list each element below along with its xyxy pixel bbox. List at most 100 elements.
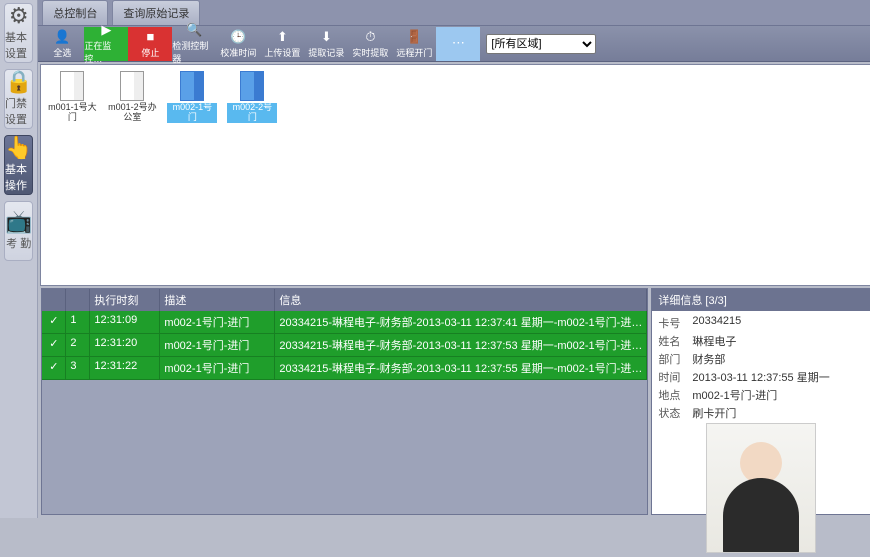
person-photo xyxy=(706,423,816,553)
sidebar-item-2[interactable]: 👆基本操作 xyxy=(4,135,33,195)
tab-bar: 总控制台查询原始记录 xyxy=(38,0,870,26)
log-cell: 3 xyxy=(66,357,90,379)
toolbar-icon: ⬆ xyxy=(274,29,290,45)
toolbar-label: 实时提取 xyxy=(352,46,388,59)
sidebar-icon: 📺 xyxy=(5,211,32,233)
sidebar-label: 基本操作 xyxy=(5,161,32,193)
log-cell: 20334215-琳程电子-财务部-2013-03-11 12:37:53 星期… xyxy=(275,334,647,356)
log-cell: 12:31:09 xyxy=(90,311,160,333)
toolbar-icon: 🕒 xyxy=(230,29,246,45)
detail-value: 刷卡开门 xyxy=(692,405,864,421)
log-cell: 12:31:22 xyxy=(90,357,160,379)
toolbar-btn-2[interactable]: ■停止 xyxy=(128,27,172,61)
door-label: m002-2号门 xyxy=(227,103,277,123)
toolbar-label: 校准时间 xyxy=(220,46,256,59)
log-header-row: 执行时刻描述信息 xyxy=(42,289,647,311)
toolbar-btn-3[interactable]: 🔍检测控制器 xyxy=(172,27,216,61)
event-log: 执行时刻描述信息 ✓112:31:09m002-1号门-进门20334215-琳… xyxy=(41,288,648,515)
detail-value: 财务部 xyxy=(692,351,864,367)
door-label: m001-2号办公室 xyxy=(107,103,157,123)
detail-row: 部门财务部 xyxy=(658,351,864,367)
log-cell: 2 xyxy=(66,334,90,356)
toolbar-icon: ⋯ xyxy=(450,35,466,51)
detail-title: 详细信息 [3/3] xyxy=(652,289,870,311)
detail-row: 姓名琳程电子 xyxy=(658,333,864,349)
log-header-col: 信息 xyxy=(275,289,647,311)
detail-body: 卡号20334215姓名琳程电子部门财务部时间2013-03-11 12:37:… xyxy=(652,311,870,557)
sidebar: ⚙基本设置 🔒门禁设置 👆基本操作 📺 考 勤 xyxy=(0,0,38,518)
toolbar-btn-4[interactable]: 🕒校准时间 xyxy=(216,27,260,61)
sidebar-icon: 👆 xyxy=(5,137,32,159)
detail-value: 20334215 xyxy=(692,315,864,331)
toolbar-btn-9[interactable]: ⋯ xyxy=(436,27,480,61)
door-item-1[interactable]: m001-2号办公室 xyxy=(107,71,157,123)
toolbar-label: 全选 xyxy=(53,46,71,59)
bottom-pane: 执行时刻描述信息 ✓112:31:09m002-1号门-进门20334215-琳… xyxy=(38,288,870,518)
sidebar-icon: 🔒 xyxy=(5,71,32,93)
toolbar-btn-1[interactable]: ▶正在监控… xyxy=(84,27,128,61)
log-header-col xyxy=(66,289,90,311)
log-cell: m002-1号门-进门 xyxy=(160,311,275,333)
log-row[interactable]: ✓212:31:20m002-1号门-进门20334215-琳程电子-财务部-2… xyxy=(42,334,647,357)
log-cell: 1 xyxy=(66,311,90,333)
log-header-col xyxy=(42,289,66,311)
toolbar-label: 检测控制器 xyxy=(172,39,216,65)
toolbar-icon: 🔍 xyxy=(186,22,202,38)
door-label: m001-1号大门 xyxy=(47,103,97,123)
toolbar-btn-7[interactable]: ⏱实时提取 xyxy=(348,27,392,61)
log-cell: m002-1号门-进门 xyxy=(160,357,275,379)
detail-key: 状态 xyxy=(658,405,692,421)
log-row[interactable]: ✓312:31:22m002-1号门-进门20334215-琳程电子-财务部-2… xyxy=(42,357,647,380)
detail-panel: 详细信息 [3/3] 卡号20334215姓名琳程电子部门财务部时间2013-0… xyxy=(651,288,870,515)
detail-row: 地点m002-1号门-进门 xyxy=(658,387,864,403)
detail-key: 时间 xyxy=(658,369,692,385)
toolbar-btn-5[interactable]: ⬆上传设置 xyxy=(260,27,304,61)
door-item-2[interactable]: m002-1号门 xyxy=(167,71,217,123)
log-cell: 12:31:20 xyxy=(90,334,160,356)
toolbar-label: 提取记录 xyxy=(308,46,344,59)
door-icon xyxy=(180,71,204,101)
detail-row: 状态刷卡开门 xyxy=(658,405,864,421)
detail-key: 卡号 xyxy=(658,315,692,331)
toolbar-btn-6[interactable]: ⬇提取记录 xyxy=(304,27,348,61)
door-icon xyxy=(120,71,144,101)
sidebar-item-1[interactable]: 🔒门禁设置 xyxy=(4,69,33,129)
toolbar-btn-0[interactable]: 👤全选 xyxy=(40,27,84,61)
door-item-0[interactable]: m001-1号大门 xyxy=(47,71,97,123)
toolbar-icon: ⬇ xyxy=(318,29,334,45)
toolbar-icon: ■ xyxy=(142,29,158,45)
toolbar-label: 远程开门 xyxy=(396,46,432,59)
detail-value: 2013-03-11 12:37:55 星期一 xyxy=(692,369,864,385)
toolbar-icon: ▶ xyxy=(98,22,114,38)
detail-key: 姓名 xyxy=(658,333,692,349)
toolbar-icon: 👤 xyxy=(54,29,70,45)
sidebar-label: 基本设置 xyxy=(5,29,32,61)
detail-value: 琳程电子 xyxy=(692,333,864,349)
door-label: m002-1号门 xyxy=(167,103,217,123)
log-cell: ✓ xyxy=(42,311,66,333)
detail-row: 时间2013-03-11 12:37:55 星期一 xyxy=(658,369,864,385)
log-cell: 20334215-琳程电子-财务部-2013-03-11 12:37:55 星期… xyxy=(275,357,647,379)
toolbar: 👤全选▶正在监控…■停止🔍检测控制器🕒校准时间⬆上传设置⬇提取记录⏱实时提取🚪远… xyxy=(38,26,870,62)
toolbar-label: 上传设置 xyxy=(264,46,300,59)
log-cell: ✓ xyxy=(42,334,66,356)
detail-key: 地点 xyxy=(658,387,692,403)
toolbar-btn-8[interactable]: 🚪远程开门 xyxy=(392,27,436,61)
log-body: ✓112:31:09m002-1号门-进门20334215-琳程电子-财务部-2… xyxy=(42,311,647,514)
toolbar-label: 正在监控… xyxy=(84,39,128,65)
main-area: 总控制台查询原始记录 👤全选▶正在监控…■停止🔍检测控制器🕒校准时间⬆上传设置⬇… xyxy=(38,0,870,518)
sidebar-label: 门禁设置 xyxy=(5,95,32,127)
detail-row: 卡号20334215 xyxy=(658,315,864,331)
log-cell: 20334215-琳程电子-财务部-2013-03-11 12:37:41 星期… xyxy=(275,311,647,333)
log-cell: ✓ xyxy=(42,357,66,379)
area-select[interactable]: [所有区域] xyxy=(486,34,596,54)
sidebar-item-3[interactable]: 📺 考 勤 xyxy=(4,201,33,261)
toolbar-icon: ⏱ xyxy=(362,29,378,45)
log-cell: m002-1号门-进门 xyxy=(160,334,275,356)
door-item-3[interactable]: m002-2号门 xyxy=(227,71,277,123)
sidebar-label: 考 勤 xyxy=(6,235,31,251)
door-icon xyxy=(60,71,84,101)
log-row[interactable]: ✓112:31:09m002-1号门-进门20334215-琳程电子-财务部-2… xyxy=(42,311,647,334)
sidebar-item-0[interactable]: ⚙基本设置 xyxy=(4,3,33,63)
toolbar-label: 停止 xyxy=(141,46,159,59)
